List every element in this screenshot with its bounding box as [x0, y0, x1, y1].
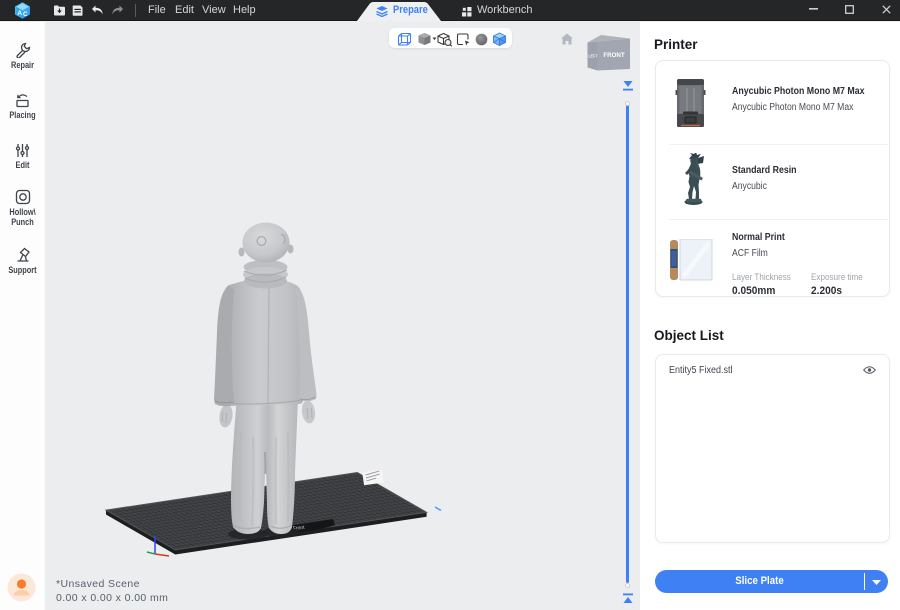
svg-text:FRONT: FRONT	[603, 52, 625, 59]
svg-text:C: C	[23, 11, 28, 18]
svg-text:LEFT: LEFT	[589, 53, 598, 58]
svg-text:A: A	[17, 10, 22, 17]
